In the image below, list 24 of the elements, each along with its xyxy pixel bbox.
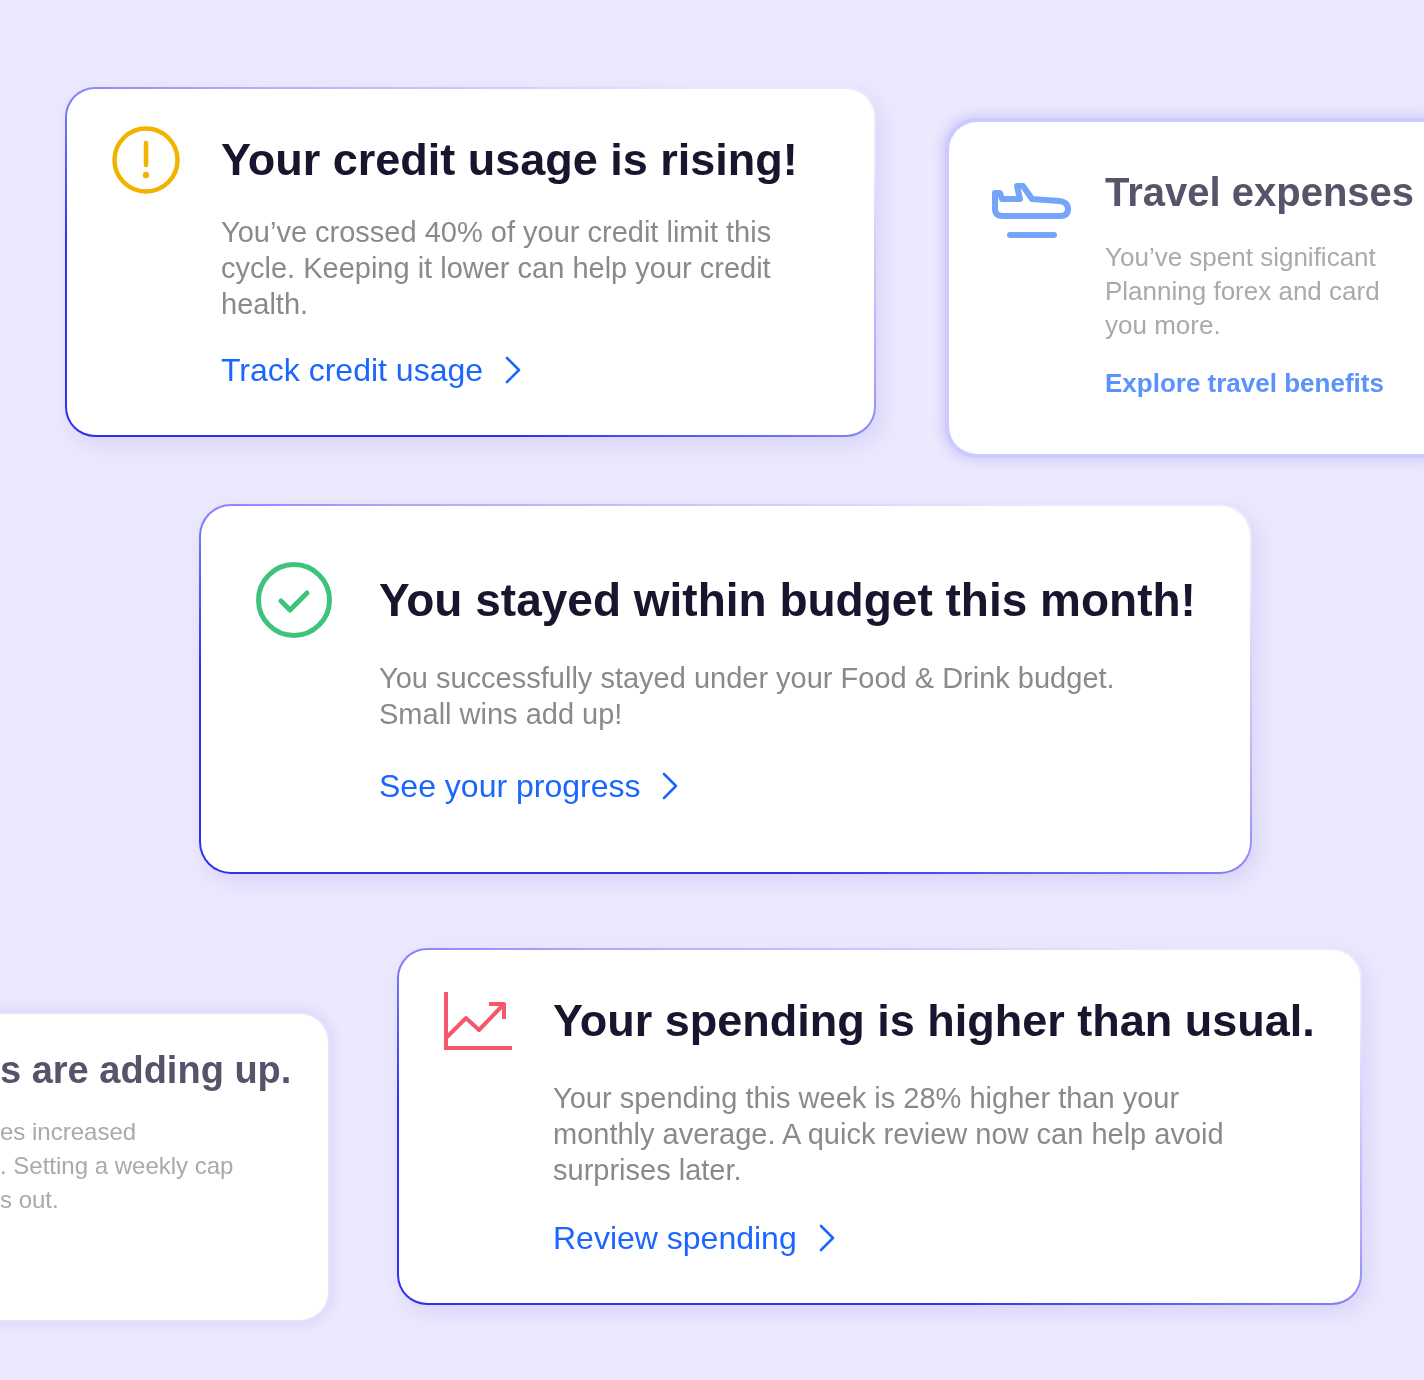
chevron-right-icon	[818, 1224, 835, 1252]
chevron-right-icon	[505, 356, 522, 384]
action-link[interactable]: Explore travel benefits	[1105, 365, 1384, 401]
action-link[interactable]: See your progress	[379, 766, 679, 806]
action-link[interactable]: Review spending	[553, 1218, 835, 1258]
chevron-right-icon	[662, 772, 679, 800]
card-title: Your spending is higher than usual.	[553, 994, 1315, 1048]
message-line: you more.	[1105, 309, 1221, 342]
warning-icon	[112, 126, 180, 194]
card-title: Travel expenses	[1105, 169, 1415, 216]
card-title: s are adding up.	[0, 1048, 292, 1093]
message-line: . Setting a weekly cap	[0, 1151, 234, 1181]
chart-up-icon	[444, 992, 512, 1050]
message-text: Your spending this week is 28% higher than your monthly average. A quick review now can help avoid surprises later.	[553, 1081, 1225, 1188]
message-line: Planning forex and card	[1105, 275, 1380, 308]
message-text: You’ve crossed 40% of your credit limit this cycle. Keeping it lower can help your credit health.	[221, 215, 773, 322]
message-line: You’ve spent significant	[1105, 241, 1376, 274]
card-title: You stayed within budget this month!	[379, 573, 1196, 628]
card-title: Your credit usage is rising!	[221, 133, 798, 187]
check-circle-icon	[256, 562, 332, 638]
message-text: You successfully stayed under your Food & Drink budget. Small wins add up!	[379, 661, 1116, 732]
message-line: es increased	[0, 1117, 137, 1147]
message-line: s out.	[0, 1185, 59, 1215]
action-link[interactable]: Track credit usage	[221, 350, 522, 390]
